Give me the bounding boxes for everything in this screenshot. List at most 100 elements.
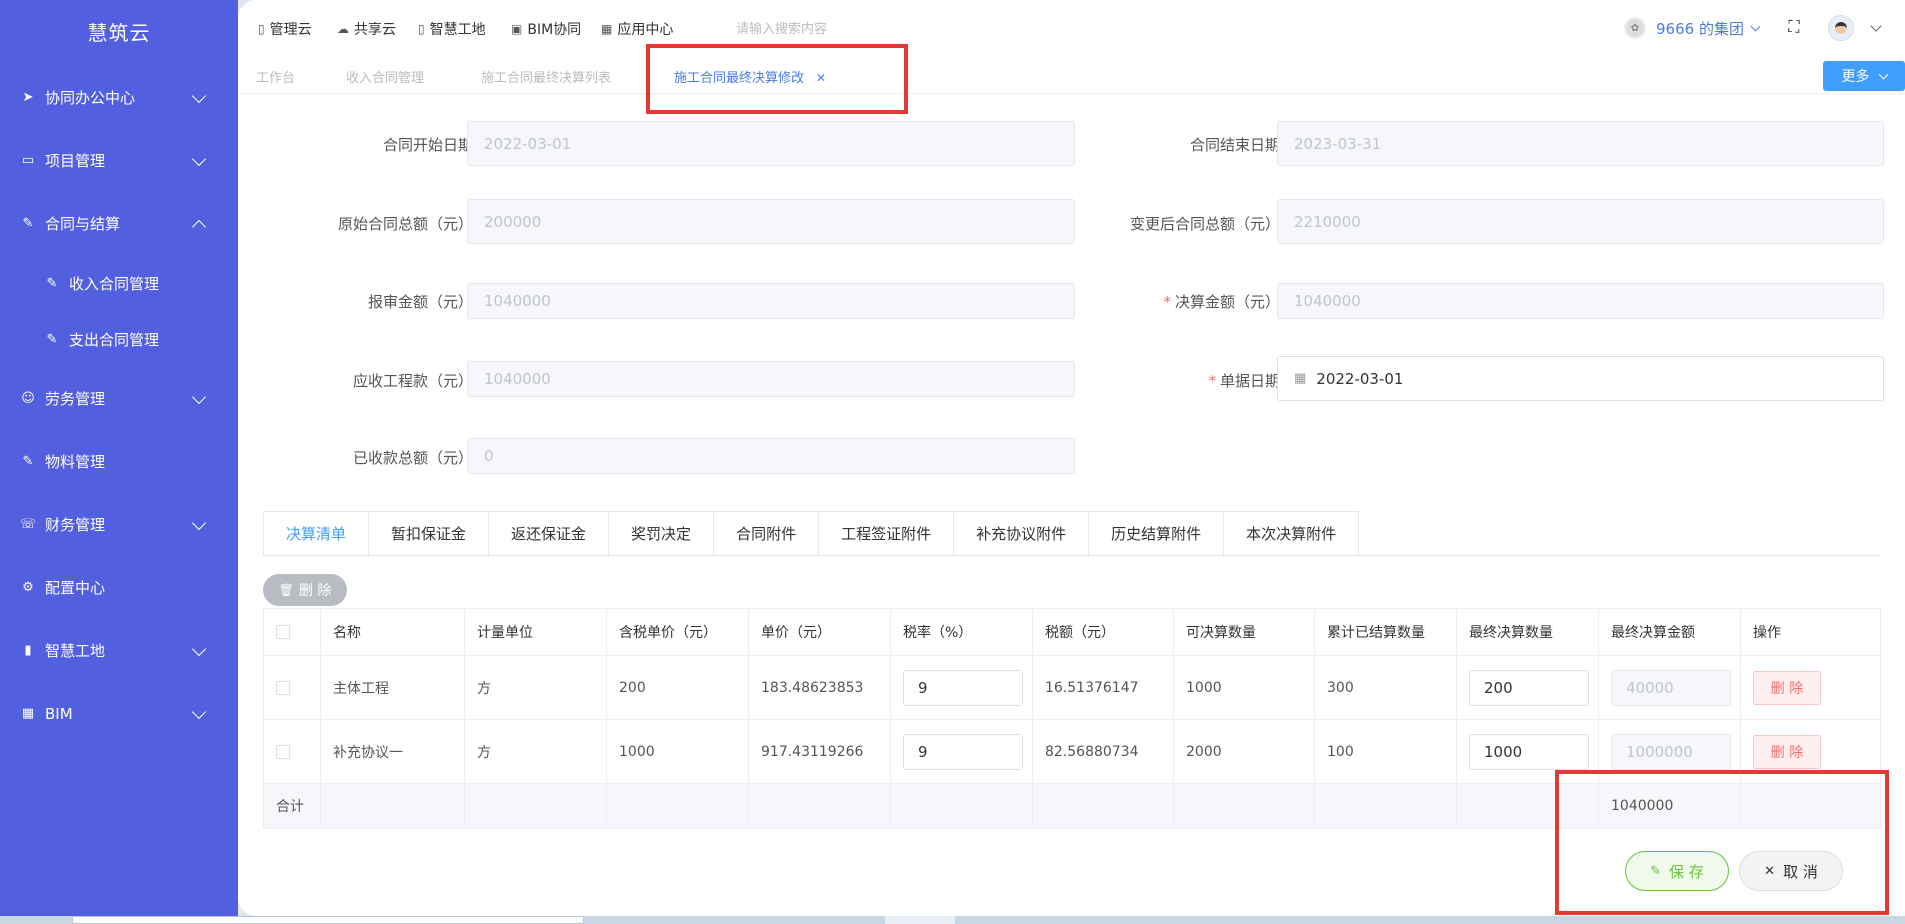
start-date-label: 合同开始日期 [382, 136, 473, 154]
tab-final-settlement-edit[interactable]: 施工合同最终决算修改 ✕ [674, 67, 826, 86]
cancel-button[interactable]: ✕ 取 消 [1739, 851, 1843, 891]
nav-config-center[interactable]: ⚙ 配置中心 [0, 556, 238, 619]
save-button[interactable]: ✎ 保 存 [1625, 851, 1729, 891]
receivable-field[interactable]: 1040000 [467, 361, 1075, 397]
final-qty-input[interactable]: 200 [1469, 669, 1589, 706]
nav-project-management[interactable]: ▭ 项目管理 [0, 129, 238, 192]
tab-withheld-deposit[interactable]: 暂扣保证金 [369, 512, 490, 555]
more-button[interactable]: 更多 [1823, 61, 1905, 91]
tab-returned-deposit[interactable]: 返还保证金 [489, 512, 610, 555]
nav-bim[interactable]: ▦ BIM [0, 682, 238, 745]
main-panel: ▯ 管理云 ☁ 共享云 ▯ 智慧工地 ▣ BIM协同 ▦ 应用中心 ✿ 9666… [238, 0, 1905, 916]
nav-label: 支出合同管理 [69, 330, 160, 349]
calendar-icon: ▦ [1294, 371, 1307, 386]
orig-total-field[interactable]: 200000 [467, 199, 1075, 244]
received-field[interactable]: 0 [467, 438, 1075, 474]
tab-final-settlement-list[interactable]: 施工合同最终决算列表 [481, 67, 611, 86]
settle-amount-label: * 决算金额（元） [1070, 291, 1280, 312]
final-amount-input[interactable]: 1000000 [1611, 733, 1731, 770]
chevron-up-icon [191, 219, 207, 234]
tab-settlement-list[interactable]: 决算清单 [264, 512, 370, 555]
cell-name: 主体工程 [320, 655, 465, 720]
tab-visa-attachments[interactable]: 工程签证附件 [819, 512, 955, 555]
user-icon: ☺ [21, 391, 35, 406]
final-amount-input[interactable]: 40000 [1611, 669, 1731, 706]
top-link-smart-site[interactable]: ▯ 智慧工地 [418, 19, 486, 39]
header-select-all[interactable] [263, 608, 321, 656]
grid-icon: ▦ [21, 706, 35, 721]
top-link-app-center[interactable]: ▦ 应用中心 [601, 19, 673, 39]
tax-rate-input[interactable]: 9 [903, 733, 1023, 770]
required-mark: * [1208, 372, 1216, 390]
nav-income-contract[interactable]: ✎ 收入合同管理 [0, 255, 238, 311]
section-divider [263, 555, 1880, 556]
org-selector[interactable]: ✿ 9666 的集团 [1624, 17, 1761, 39]
field-value: 2022-03-01 [1316, 369, 1404, 388]
chevron-down-icon[interactable] [1870, 20, 1882, 32]
field-value: 1040000 [1294, 292, 1361, 310]
close-icon[interactable]: ✕ [816, 71, 826, 85]
row-select[interactable] [263, 655, 321, 720]
tab-reward-penalty[interactable]: 奖罚决定 [609, 512, 715, 555]
row-delete-button[interactable]: 删 除 [1753, 734, 1821, 769]
checkbox[interactable] [276, 744, 290, 759]
review-amount-field[interactable]: 1040000 [467, 283, 1075, 319]
nav-finance-management[interactable]: ☏ 财务管理 [0, 493, 238, 556]
nav-contract-settlement[interactable]: ✎ 合同与结算 [0, 192, 238, 255]
edit-icon: ✎ [22, 216, 34, 231]
taskbar-window [885, 916, 955, 924]
header-cell: 最终决算数量 [1456, 608, 1599, 656]
nav-smart-site[interactable]: ▮ 智慧工地 [0, 619, 238, 682]
tab-contract-attachments[interactable]: 合同附件 [714, 512, 820, 555]
cell-unit: 方 [464, 719, 607, 784]
tab-income-contract[interactable]: 收入合同管理 [346, 67, 424, 86]
header-cell: 单价（元） [748, 608, 891, 656]
tab-current-attachments[interactable]: 本次决算附件 [1224, 512, 1359, 555]
bulk-delete-button[interactable]: 🗑 删 除 [263, 574, 347, 606]
edit-icon: ✎ [46, 275, 58, 291]
tab-history-attachments[interactable]: 历史结算附件 [1089, 512, 1225, 555]
search-input[interactable] [736, 18, 936, 40]
more-label: 更多 [1841, 69, 1870, 85]
field-value: 0 [484, 447, 494, 465]
top-link-share-cloud[interactable]: ☁ 共享云 [337, 19, 396, 39]
book-icon: ▭ [21, 153, 35, 168]
doc-date-picker[interactable]: ▦ 2022-03-01 [1277, 356, 1884, 401]
end-date-field[interactable]: 2023-03-31 [1277, 121, 1884, 166]
settle-amount-field[interactable]: 1040000 [1277, 283, 1884, 319]
start-date-field[interactable]: 2022-03-01 [467, 121, 1075, 166]
cell-final-amt: 1000000 [1598, 719, 1741, 784]
nav-collab-office[interactable]: ➤ 协同办公中心 [0, 66, 238, 129]
changed-total-field[interactable]: 2210000 [1277, 199, 1884, 244]
chevron-down-icon [191, 389, 207, 404]
nav-labor-management[interactable]: ☺ 劳务管理 [0, 367, 238, 430]
nav-label: BIM [45, 704, 73, 723]
nav-label: 智慧工地 [45, 642, 106, 660]
chevron-down-icon [1878, 69, 1888, 79]
tax-rate-input[interactable]: 9 [903, 669, 1023, 706]
review-amount-label: 报审金额（元） [367, 293, 473, 311]
fullscreen-icon[interactable]: ⛶ [1784, 17, 1804, 37]
row-delete-button[interactable]: 删 除 [1753, 670, 1821, 705]
tab-label: 收入合同管理 [346, 71, 425, 86]
checkbox[interactable] [276, 625, 290, 639]
nav-expense-contract[interactable]: ✎ 支出合同管理 [0, 311, 238, 367]
tab-workbench[interactable]: 工作台 [256, 67, 295, 86]
top-link-management-cloud[interactable]: ▯ 管理云 [258, 19, 312, 39]
row-select[interactable] [263, 719, 321, 784]
checkbox[interactable] [276, 680, 290, 695]
user-face-icon [1835, 22, 1847, 34]
final-qty-input[interactable]: 1000 [1469, 733, 1589, 770]
cell-tax-rate: 9 [890, 655, 1033, 720]
edit-icon: ✎ [22, 454, 34, 469]
table-header: 名称 计量单位 含税单价（元） 单价（元） 税率（%） 税额（元） 可决算数量 … [263, 608, 1881, 656]
avatar[interactable] [1828, 15, 1854, 41]
top-link-label: 管理云 [269, 22, 312, 38]
label-text: 单据日期 [1219, 372, 1280, 390]
top-link-bim-collab[interactable]: ▣ BIM协同 [511, 19, 581, 39]
changed-total-label: 变更后合同总额（元） [1129, 215, 1280, 233]
nav-material-management[interactable]: ✎ 物料管理 [0, 430, 238, 493]
cell-avail: 1000 [1173, 655, 1315, 720]
nav-label: 项目管理 [45, 152, 106, 170]
tab-supplement-attachments[interactable]: 补充协议附件 [954, 512, 1090, 555]
